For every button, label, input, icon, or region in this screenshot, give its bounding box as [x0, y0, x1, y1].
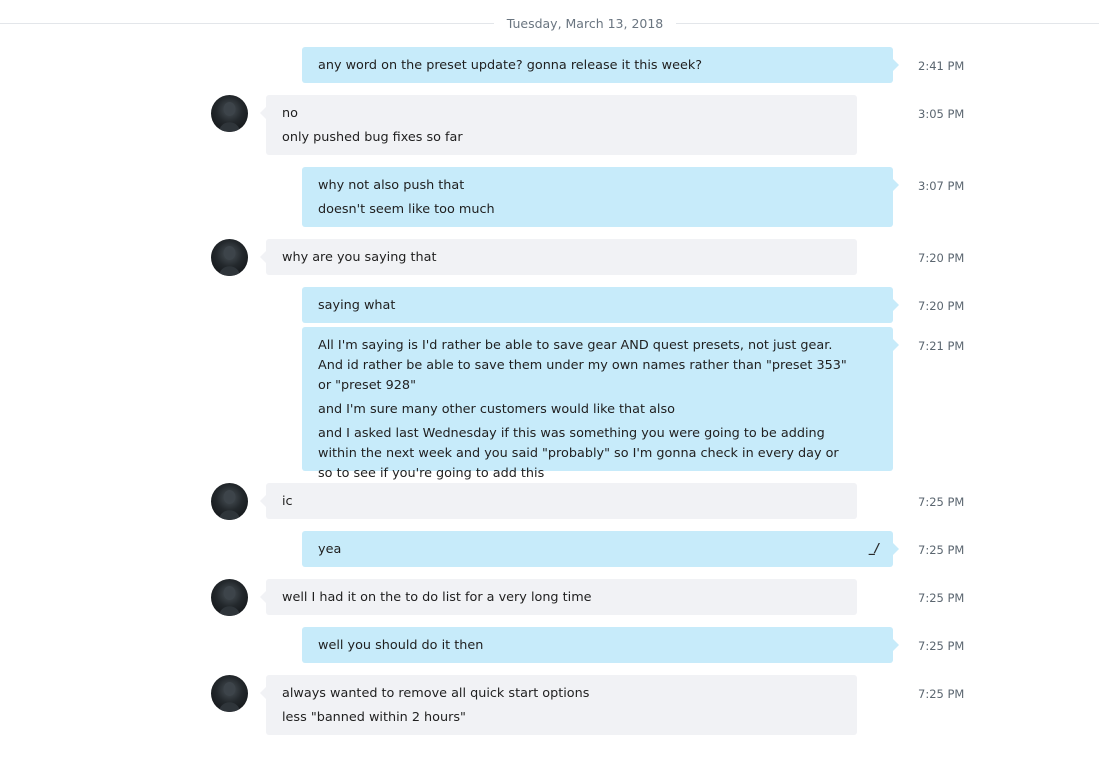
date-label: Tuesday, March 13, 2018	[506, 16, 664, 31]
message-bubble-outgoing[interactable]: yea _/	[302, 531, 899, 567]
message-text: why not also push that	[318, 178, 465, 193]
contact-avatar[interactable]	[211, 239, 248, 276]
message-bubble-outgoing[interactable]: any word on the preset update? gonna rel…	[302, 47, 899, 83]
message-bubble-incoming[interactable]: ic	[260, 483, 857, 519]
message-text: doesn't seem like too much	[318, 202, 495, 217]
contact-avatar[interactable]	[211, 95, 248, 132]
message-bubble-incoming[interactable]: always wanted to remove all quick start …	[260, 675, 857, 735]
message-bubble-outgoing[interactable]: saying what	[302, 287, 899, 323]
message-bubble-outgoing[interactable]: All I'm saying is I'd rather be able to …	[302, 327, 899, 481]
message-text: well you should do it then	[318, 638, 484, 653]
message-bubble-incoming[interactable]: no only pushed bug fixes so far	[260, 95, 857, 155]
message-text: only pushed bug fixes so far	[282, 130, 463, 145]
message-text: All I'm saying is I'd rather be able to …	[318, 338, 847, 393]
message-timestamp: 7:25 PM	[918, 687, 965, 701]
message-text: well I had it on the to do list for a ve…	[282, 590, 592, 605]
message-text: saying what	[318, 298, 396, 313]
message-text: no	[282, 106, 298, 121]
contact-avatar[interactable]	[211, 675, 248, 712]
message-bubble-incoming[interactable]: well I had it on the to do list for a ve…	[260, 579, 857, 615]
separator-line-left	[0, 23, 494, 24]
contact-avatar[interactable]	[211, 579, 248, 616]
message-timestamp: 7:20 PM	[918, 251, 965, 265]
separator-line-right	[676, 23, 1099, 24]
message-text: why are you saying that	[282, 250, 437, 265]
message-timestamp: 7:25 PM	[918, 591, 965, 605]
message-timestamp: 3:07 PM	[918, 179, 965, 193]
message-timestamp: 7:25 PM	[918, 495, 965, 509]
message-text: ic	[282, 494, 293, 509]
message-text: and I'm sure many other customers would …	[318, 402, 675, 417]
message-bubble-outgoing[interactable]: well you should do it then	[302, 627, 899, 663]
message-timestamp: 7:21 PM	[918, 339, 965, 353]
message-bubble-outgoing[interactable]: why not also push that doesn't seem like…	[302, 167, 899, 227]
message-timestamp: 7:25 PM	[918, 639, 965, 653]
message-timestamp: 2:41 PM	[918, 59, 965, 73]
date-separator: Tuesday, March 13, 2018	[0, 14, 1099, 34]
message-text: any word on the preset update? gonna rel…	[318, 58, 703, 73]
message-bubble-incoming[interactable]: why are you saying that	[260, 239, 857, 275]
message-text: always wanted to remove all quick start …	[282, 686, 590, 701]
message-text: and I asked last Wednesday if this was s…	[318, 426, 839, 481]
message-text: less "banned within 2 hours"	[282, 710, 466, 725]
message-timestamp: 7:20 PM	[918, 299, 965, 313]
edit-pencil-icon: _/	[868, 541, 880, 555]
message-timestamp: 7:25 PM	[918, 543, 965, 557]
contact-avatar[interactable]	[211, 483, 248, 520]
message-text: yea	[318, 542, 342, 557]
chat-conversation: Tuesday, March 13, 2018 any word on the …	[0, 0, 1099, 765]
message-timestamp: 3:05 PM	[918, 107, 965, 121]
